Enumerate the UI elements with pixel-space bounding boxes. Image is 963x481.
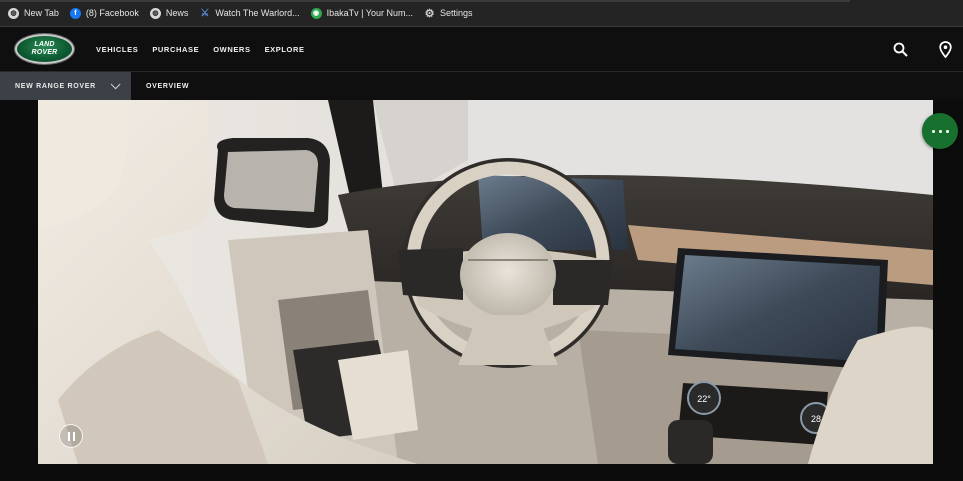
bookmarks-bar: ◍ New Tab f (8) Facebook ◍ News ⚔ Watch The … [0,0,963,27]
nav-vehicles[interactable]: VEHICLES [96,45,138,54]
site-header: LAND ROVER VEHICLES PURCHASE OWNERS EXPL… [0,27,963,72]
model-dropdown-label: NEW RANGE ROVER [15,82,96,90]
model-dropdown[interactable]: NEW RANGE ROVER [0,72,131,100]
bookmark-news[interactable]: ◍ News [149,7,189,19]
globe-icon: ◍ [149,7,161,19]
search-icon[interactable] [893,42,908,57]
bookmark-settings[interactable]: ⚙ Settings [424,7,473,20]
tab-overview[interactable]: OVERVIEW [146,72,189,100]
pause-button[interactable] [59,424,83,448]
bookmark-label: IbakaTv | Your Num... [326,8,413,18]
interior-dashboard-image: 22° 28 [38,100,933,464]
gear-icon: ⚙ [424,7,435,20]
pause-icon [67,431,70,441]
climate-right-temp: 28 [811,414,821,424]
dot-icon [938,129,942,133]
nav-purchase[interactable]: PURCHASE [152,45,199,54]
bookmark-ibakatv[interactable]: ◉ IbakaTv | Your Num... [310,7,413,19]
tab-strip-edge [0,0,850,2]
location-pin-icon[interactable] [939,41,952,58]
hero-video: 22° 28 [38,100,933,464]
pause-icon [72,431,75,441]
ibakatv-icon: ◉ [310,7,322,19]
nav-owners[interactable]: OWNERS [213,45,250,54]
model-subnav: NEW RANGE ROVER OVERVIEW [0,72,963,100]
bookmark-facebook[interactable]: f (8) Facebook [69,7,139,19]
bookmark-label: Settings [440,8,473,18]
bookmark-label: (8) Facebook [85,8,139,18]
land-rover-logo[interactable]: LAND ROVER [15,34,74,64]
main-nav: VEHICLES PURCHASE OWNERS EXPLORE [96,27,319,72]
facebook-icon: f [69,7,81,19]
warlord-icon: ⚔ [200,7,210,19]
bookmark-label: New Tab [24,8,59,18]
bookmark-label: Watch The Warlord... [215,8,300,18]
bookmark-warlord[interactable]: ⚔ Watch The Warlord... [199,8,299,19]
more-options-button[interactable] [922,113,958,149]
globe-icon: ◍ [8,7,19,19]
bookmark-new-tab[interactable]: ◍ New Tab [8,7,59,19]
climate-left-temp: 22° [697,394,711,404]
nav-explore[interactable]: EXPLORE [265,45,305,54]
logo-text-line2: ROVER [31,49,58,56]
bookmark-label: News [165,8,189,18]
logo-text-line1: LAND [34,41,55,48]
dot-icon [945,129,949,133]
chevron-down-icon [110,78,121,89]
dot-icon [931,129,935,133]
